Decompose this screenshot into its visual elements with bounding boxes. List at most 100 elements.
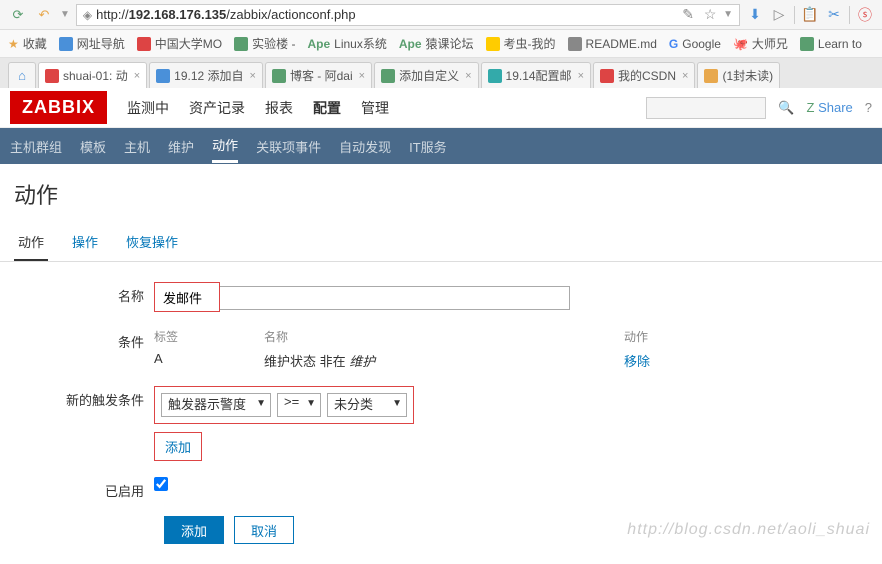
- bookmark-item[interactable]: ApeLinux系统: [307, 35, 386, 52]
- condition-type-select[interactable]: 触发器示警度: [161, 393, 271, 417]
- page-title: 动作: [0, 164, 882, 224]
- tab-operations[interactable]: 操作: [68, 224, 102, 261]
- cond-name: 维护状态 非在 维护: [264, 351, 564, 370]
- subnav-maintenance[interactable]: 维护: [168, 137, 194, 156]
- nav-monitoring[interactable]: 监测中: [127, 98, 169, 118]
- bookmark-item[interactable]: README.md: [568, 37, 657, 51]
- browser-tab[interactable]: 我的CSDN×: [593, 62, 695, 88]
- play-icon[interactable]: ▷: [770, 6, 788, 24]
- enabled-label: 已启用: [14, 477, 154, 500]
- subnav-itservices[interactable]: IT服务: [409, 137, 447, 156]
- browser-tab[interactable]: 博客 - 阿dai×: [265, 62, 372, 88]
- url-bar[interactable]: ◈ http://192.168.176.135/zabbix/actionco…: [76, 4, 740, 26]
- bookmark-item[interactable]: 考虫-我的: [486, 35, 556, 52]
- browser-tabs: ⌂ shuai-01: 动× 19.12 添加自× 博客 - 阿dai× 添加自…: [0, 58, 882, 88]
- subnav-templates[interactable]: 模板: [80, 137, 106, 156]
- divider: [794, 6, 795, 24]
- favicon: [600, 69, 614, 83]
- download-icon[interactable]: ⬇: [746, 6, 764, 24]
- name-input-ext[interactable]: [220, 286, 570, 310]
- home-tab[interactable]: ⌂: [8, 62, 36, 88]
- highlight-box: 添加: [154, 432, 202, 461]
- reload-icon[interactable]: ⟳: [8, 5, 28, 25]
- scissors-icon[interactable]: ✂: [825, 6, 843, 24]
- add-condition-link[interactable]: 添加: [165, 437, 191, 456]
- favicon: [488, 69, 502, 83]
- name-input[interactable]: [157, 285, 217, 309]
- subnav-actions[interactable]: 动作: [212, 135, 238, 163]
- bookmark-item[interactable]: Ape猿课论坛: [399, 35, 474, 52]
- nav-administration[interactable]: 管理: [361, 98, 389, 118]
- bookmark-item[interactable]: GGoogle: [669, 37, 721, 51]
- bookmarks-bar: ★收藏 网址导航 中国大学MO 实验楼 - ApeLinux系统 Ape猿课论坛…: [0, 30, 882, 58]
- bookmark-item[interactable]: Learn to: [800, 37, 862, 51]
- head-name: 名称: [264, 328, 564, 345]
- remove-link[interactable]: 移除: [624, 351, 684, 370]
- head-tag: 标签: [154, 328, 204, 345]
- favicon: [137, 37, 151, 51]
- bookmark-item[interactable]: 实验楼 -: [234, 35, 295, 52]
- star-icon: ★: [8, 37, 19, 51]
- close-icon[interactable]: ×: [465, 70, 471, 82]
- row-new-condition: 新的触发条件 触发器示警度 >= 未分类 添加: [14, 386, 868, 461]
- clipboard-icon[interactable]: 📋: [801, 6, 819, 24]
- dropdown-icon[interactable]: ▼: [60, 9, 70, 20]
- action-form: 名称 条件 标签 名称 动作 A 维护状态 非在 维护 移除 新的触发条件: [0, 262, 882, 564]
- subnav-discovery[interactable]: 自动发现: [339, 137, 391, 156]
- browser-tab[interactable]: 19.12 添加自×: [149, 62, 263, 88]
- value-select[interactable]: 未分类: [327, 393, 407, 417]
- edit-icon[interactable]: ✎: [679, 6, 697, 24]
- close-icon[interactable]: ×: [359, 70, 365, 82]
- share-link[interactable]: Z Share: [806, 100, 852, 115]
- browser-tab[interactable]: 19.14配置邮×: [481, 62, 591, 88]
- operator-select[interactable]: >=: [277, 393, 321, 417]
- globe-icon: [59, 37, 73, 51]
- favicon: [568, 37, 582, 51]
- favicon: [800, 37, 814, 51]
- search-icon[interactable]: 🔍: [778, 100, 794, 116]
- close-icon[interactable]: ×: [250, 70, 256, 82]
- star-icon[interactable]: ☆: [701, 6, 719, 24]
- browser-tab[interactable]: (1封未读): [697, 62, 780, 88]
- zabbix-header: ZABBIX 监测中 资产记录 报表 配置 管理 🔍 Z Share ?: [0, 88, 882, 128]
- nav-configuration[interactable]: 配置: [313, 98, 341, 118]
- help-icon[interactable]: ?: [865, 100, 872, 115]
- head-action: 动作: [624, 328, 684, 345]
- browser-toolbar: ⟳ ↶ ▼ ◈ http://192.168.176.135/zabbix/ac…: [0, 0, 882, 30]
- newcond-label: 新的触发条件: [14, 386, 154, 409]
- name-label: 名称: [14, 282, 154, 305]
- nav-reports[interactable]: 报表: [265, 98, 293, 118]
- enabled-checkbox[interactable]: [154, 477, 168, 491]
- close-icon[interactable]: ×: [134, 70, 140, 82]
- bookmark-item[interactable]: 中国大学MO: [137, 35, 222, 52]
- bookmark-item[interactable]: ★收藏: [8, 35, 47, 52]
- shield-icon: ◈: [83, 8, 92, 22]
- close-icon[interactable]: ×: [578, 70, 584, 82]
- github-icon: 🐙: [733, 37, 748, 51]
- subnav-correlation[interactable]: 关联项事件: [256, 137, 321, 156]
- subnav-hostgroups[interactable]: 主机群组: [10, 137, 62, 156]
- header-right: 🔍 Z Share ?: [646, 97, 872, 119]
- dropdown-icon[interactable]: ▼: [723, 9, 733, 20]
- divider: [849, 6, 850, 24]
- browser-tab[interactable]: shuai-01: 动×: [38, 62, 147, 88]
- conditions-header: 标签 名称 动作: [154, 328, 868, 345]
- app-icon[interactable]: ⓢ: [856, 6, 874, 24]
- tab-recovery[interactable]: 恢复操作: [122, 224, 182, 261]
- row-enabled: 已启用: [14, 477, 868, 500]
- zabbix-logo[interactable]: ZABBIX: [10, 91, 107, 124]
- tab-action[interactable]: 动作: [14, 224, 48, 261]
- add-button[interactable]: 添加: [164, 516, 224, 544]
- nav-inventory[interactable]: 资产记录: [189, 98, 245, 118]
- zabbix-nav: 监测中 资产记录 报表 配置 管理: [127, 98, 389, 118]
- favicon: [272, 69, 286, 83]
- search-input[interactable]: [646, 97, 766, 119]
- cancel-button[interactable]: 取消: [234, 516, 294, 544]
- subnav-hosts[interactable]: 主机: [124, 137, 150, 156]
- url-text: http://192.168.176.135/zabbix/actionconf…: [96, 7, 675, 22]
- bookmark-item[interactable]: 网址导航: [59, 35, 125, 52]
- close-icon[interactable]: ×: [682, 70, 688, 82]
- bookmark-item[interactable]: 🐙大师兄: [733, 35, 788, 52]
- back-icon[interactable]: ↶: [34, 5, 54, 25]
- browser-tab[interactable]: 添加自定义×: [374, 62, 478, 88]
